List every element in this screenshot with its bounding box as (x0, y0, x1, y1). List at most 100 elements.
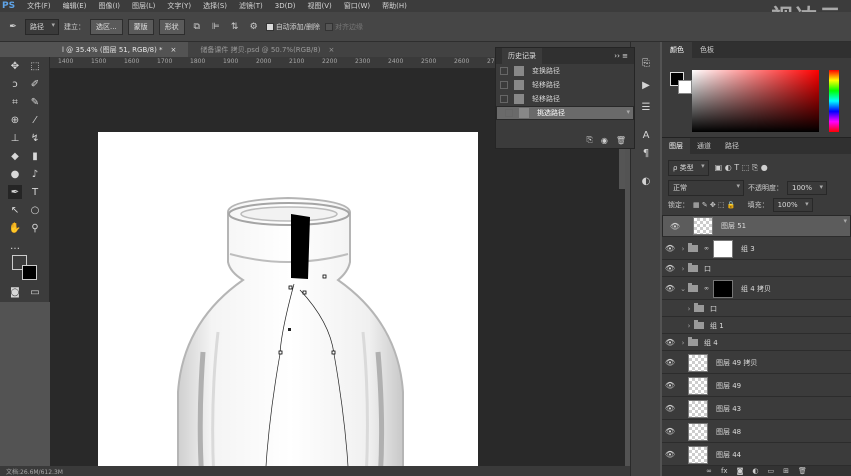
path-anchor[interactable] (288, 328, 291, 331)
eye-icon[interactable]: 👁 (662, 244, 678, 253)
snapshot-icon[interactable]: ⎘ (586, 135, 592, 145)
quick-mask-icon[interactable]: ◙ (8, 285, 22, 299)
pen-mode-select[interactable]: 路径 (25, 18, 59, 35)
path-anchor[interactable] (278, 350, 283, 355)
clone-stamp-tool-icon[interactable]: ⊥ (8, 131, 22, 145)
path-anchor[interactable] (288, 285, 293, 290)
close-icon[interactable]: × (328, 46, 334, 54)
lock-icons[interactable]: ▦ ✎ ✥ ⬚ 🔒 (693, 201, 736, 209)
layer-row[interactable]: 👁 图层 48 (662, 421, 851, 443)
eye-icon[interactable]: 👁 (662, 358, 678, 367)
layer-row[interactable]: › 口 (662, 301, 851, 317)
menu-image[interactable]: 图像(I) (92, 1, 126, 11)
path-anchor[interactable] (302, 290, 307, 295)
auto-add-delete-checkbox[interactable] (265, 22, 274, 31)
fx-icon[interactable]: fx (721, 467, 728, 475)
quick-select-tool-icon[interactable]: ✐ (28, 77, 42, 91)
eye-icon[interactable]: 👁 (667, 222, 683, 231)
tab-swatches[interactable]: 色板 (692, 42, 722, 58)
dodge-tool-icon[interactable]: ♪ (28, 167, 42, 181)
eraser-tool-icon[interactable]: ◆ (8, 149, 22, 163)
menu-view[interactable]: 视图(V) (301, 1, 337, 11)
filter-icons[interactable]: ▣ ◐ T ⬚ ⎘ ● (715, 163, 768, 173)
gradient-tool-icon[interactable]: ▮ (28, 149, 42, 163)
marquee-tool-icon[interactable]: ⬚ (28, 59, 42, 73)
make-mask-button[interactable]: 蒙版 (127, 18, 154, 35)
blur-tool-icon[interactable]: ● (8, 167, 22, 181)
add-mask-icon[interactable]: ◙ (737, 467, 744, 475)
history-tab[interactable]: 历史记录 (502, 48, 542, 64)
type-tool-icon[interactable]: T (28, 185, 42, 199)
path-anchor[interactable] (331, 350, 336, 355)
path-alignment-icon[interactable]: ⊫ (209, 20, 223, 34)
path-operations-icon[interactable]: ⧉ (190, 20, 204, 34)
ellipse-tool-icon[interactable]: ○ (28, 203, 42, 217)
layer-row[interactable]: 👁 图层 49 (662, 375, 851, 397)
align-edges-option[interactable]: 对齐边缘 (325, 22, 363, 32)
color-background-swatch[interactable] (678, 80, 692, 94)
history-item[interactable]: 轻移路径 (496, 92, 634, 106)
lasso-tool-icon[interactable]: ↄ (8, 77, 22, 91)
more-tools-icon[interactable]: … (8, 239, 22, 253)
path-anchor[interactable] (322, 274, 327, 279)
new-group-icon[interactable]: ▭ (767, 467, 774, 475)
actions-panel-icon[interactable]: ▶ (639, 78, 653, 92)
panel-menu-icon[interactable]: ›› ≡ (614, 52, 628, 60)
menu-select[interactable]: 选择(S) (197, 1, 233, 11)
layer-row[interactable]: 👁 › ∞ 组 3 (662, 238, 851, 260)
layer-row[interactable]: 👁 图层 44 (662, 444, 851, 466)
eye-icon[interactable]: 👁 (662, 284, 678, 293)
eye-icon[interactable]: 👁 (662, 338, 678, 347)
pen-tool-icon[interactable]: ✒ (8, 185, 22, 199)
screen-mode-icon[interactable]: ▭ (28, 285, 42, 299)
trash-icon[interactable]: 🗑 (616, 136, 626, 145)
properties-panel-icon[interactable]: ☰ (639, 100, 653, 114)
close-icon[interactable]: × (171, 46, 177, 54)
document-canvas[interactable] (98, 132, 478, 476)
chevron-right-icon[interactable]: › (684, 322, 694, 330)
doc-tab-second[interactable]: 储备课件 拷贝.psd @ 50.7%(RGB/8) × (188, 42, 346, 57)
background-color-swatch[interactable] (22, 265, 37, 280)
layer-row[interactable]: › 组 1 (662, 318, 851, 334)
align-edges-checkbox[interactable] (325, 22, 334, 31)
history-item[interactable]: 变换路径 (496, 64, 634, 78)
chevron-right-icon[interactable]: › (678, 245, 688, 253)
doc-tab-active[interactable]: l @ 35.4% (图层 51, RGB/8) * × (50, 42, 189, 57)
menu-help[interactable]: 帮助(H) (376, 1, 413, 11)
tab-channels[interactable]: 通道 (690, 138, 718, 154)
blend-mode-select[interactable]: 正常 (668, 180, 744, 196)
layer-filter-select[interactable]: ρ 类型 (668, 160, 709, 176)
chevron-right-icon[interactable]: › (678, 265, 688, 273)
auto-add-delete-option[interactable]: 自动添加/删除 (265, 22, 320, 32)
new-layer-icon[interactable]: ⊞ (783, 467, 789, 475)
eye-icon[interactable]: 👁 (662, 381, 678, 390)
brush-tool-icon[interactable]: ⁄ (28, 113, 42, 127)
fill-input[interactable]: 100% (772, 198, 813, 212)
menu-layer[interactable]: 图层(L) (126, 1, 161, 11)
path-selection-tool-icon[interactable]: ↖ (8, 203, 22, 217)
hue-slider[interactable] (829, 70, 839, 132)
menu-filter[interactable]: 滤镜(T) (233, 1, 269, 11)
history-item-selected[interactable]: 挑选路径 (496, 106, 634, 120)
eye-icon[interactable]: 👁 (662, 404, 678, 413)
adjustment-layer-icon[interactable]: ◐ (752, 467, 758, 475)
camera-icon[interactable]: ◉ (601, 136, 608, 145)
trash-icon[interactable]: 🗑 (798, 467, 807, 475)
layer-row[interactable]: 👁 图层 49 拷贝 (662, 352, 851, 374)
gear-icon[interactable]: ⚙ (247, 20, 261, 34)
menu-edit[interactable]: 编辑(E) (57, 1, 93, 11)
chevron-down-icon[interactable]: ⌄ (678, 285, 688, 293)
zoom-tool-icon[interactable]: ⚲ (28, 221, 42, 235)
history-brush-tool-icon[interactable]: ↯ (28, 131, 42, 145)
adjustments-panel-icon[interactable]: ◐ (639, 174, 653, 188)
chevron-right-icon[interactable]: › (684, 305, 694, 313)
character-panel-icon[interactable]: A (639, 128, 653, 142)
color-picker-field[interactable] (692, 70, 819, 132)
menu-3d[interactable]: 3D(D) (269, 2, 302, 10)
menu-type[interactable]: 文字(Y) (161, 1, 197, 11)
path-arrangement-icon[interactable]: ⇅ (228, 20, 242, 34)
tab-color[interactable]: 颜色 (662, 42, 692, 58)
pen-tool-preset-icon[interactable]: ✒ (6, 20, 20, 34)
crop-tool-icon[interactable]: ⌗ (8, 95, 22, 109)
menu-file[interactable]: 文件(F) (21, 1, 57, 11)
